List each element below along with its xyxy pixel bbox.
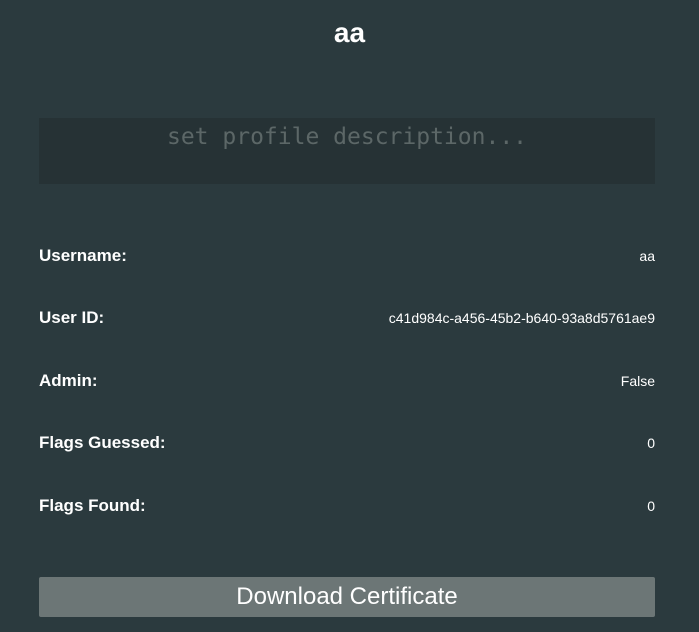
user-id-value: c41d984c-a456-45b2-b640-93a8d5761ae9 [388, 310, 655, 326]
admin-label: Admin: [39, 371, 98, 390]
profile-description-input[interactable] [39, 118, 655, 184]
flags-guessed-row: Flags Guessed: 0 [39, 430, 655, 456]
profile-title: aa [333, 17, 366, 48]
admin-value: False [620, 373, 655, 389]
user-id-row: User ID: c41d984c-a456-45b2-b640-93a8d57… [39, 305, 655, 331]
download-certificate-button[interactable]: Download Certificate [39, 577, 655, 617]
username-row: Username: aa [39, 243, 655, 269]
flags-found-label: Flags Found: [39, 496, 146, 515]
flags-guessed-label: Flags Guessed: [39, 433, 166, 452]
user-id-label: User ID: [39, 308, 105, 327]
flags-found-value: 0 [647, 498, 655, 514]
username-label: Username: [39, 246, 127, 265]
admin-row: Admin: False [39, 368, 655, 394]
flags-guessed-value: 0 [647, 435, 655, 451]
flags-found-row: Flags Found: 0 [39, 493, 655, 519]
username-value: aa [639, 248, 655, 264]
